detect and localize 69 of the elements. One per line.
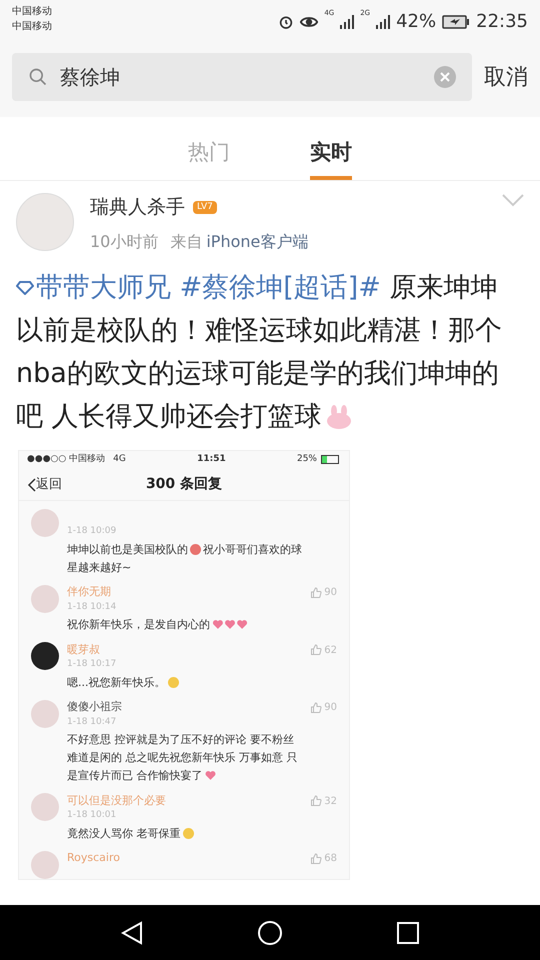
eye-icon (300, 14, 318, 28)
avatar (31, 509, 59, 537)
post-time: 10小时前 (90, 230, 158, 252)
carrier-name: 中国移动 (12, 4, 52, 19)
comment-text: 不好意思 控评就是为了压不好的评论 要不粉丝难道是闲的 总之呢先祝您新年快乐 万事如意 只是宣传片而已 合作愉快宴了 (67, 732, 298, 784)
back-nav-icon[interactable] (121, 920, 143, 944)
like-count: 32 (324, 794, 337, 808)
clock: 22:35 (476, 10, 528, 34)
battery-icon (442, 14, 470, 28)
battery-percent: 25% (296, 453, 317, 466)
comment-text: 坤坤以前也是美国校队的 祝小哥哥们喜欢的球星越来越好~ (67, 542, 303, 576)
comment-time: 1-18 10:09 (67, 525, 118, 538)
source-link[interactable]: iPhone客户端 (206, 230, 308, 254)
signal-icon (340, 14, 354, 28)
search-text: 蔡徐坤 (60, 64, 121, 91)
comment-text: 竟然没人骂你 老哥保重 (67, 824, 303, 842)
comment-time: 1-18 10:47 (67, 716, 118, 728)
embedded-screenshot[interactable] (18, 450, 350, 880)
avatar (31, 793, 59, 821)
network-label: 4G (113, 453, 126, 466)
post-text: 带带大师兄 #蔡徐坤[超话]# 原来坤坤以前是校队的！难怪运球如此精湛！那个nba的欧文的运球可能是学的我们坤坤的吧 人长得又帅还会打篮球 (15, 270, 503, 434)
like-count: 90 (324, 701, 337, 715)
back-icon (27, 478, 36, 492)
clear-icon[interactable] (434, 66, 456, 88)
back-button[interactable]: 返回 (27, 474, 62, 494)
author-name[interactable]: 瑞典人杀手 (90, 193, 185, 222)
thumbs-up-icon[interactable] (310, 586, 322, 598)
search-field[interactable]: 蔡徐坤 (12, 53, 472, 101)
screen-title: 300 条回复 (146, 475, 222, 494)
comment-time: 1-18 10:14 (67, 600, 118, 614)
battery-icon (320, 455, 341, 464)
emoji-icon (182, 828, 194, 839)
commenter-name[interactable]: 傻傻小祖宗 (67, 699, 122, 716)
comment-text: 嗯...祝您新年快乐。 (67, 674, 303, 692)
alarm-icon (278, 14, 294, 30)
chevron-down-icon[interactable] (502, 193, 524, 207)
topic-link[interactable]: 带带大师兄 #蔡徐坤[超话]# (16, 272, 381, 302)
tab[interactable]: 实时 (310, 117, 352, 180)
thumbs-up-icon[interactable] (310, 644, 322, 656)
level-badge: LV7 (193, 200, 217, 214)
comment-text: 祝你新年快乐，是发自内心的 (67, 616, 303, 634)
like-count: 62 (324, 644, 337, 658)
diamond-icon (16, 281, 34, 296)
like-count: 90 (324, 586, 337, 600)
thumbs-up-icon[interactable] (310, 702, 322, 714)
thumbs-up-icon[interactable] (310, 795, 322, 807)
clock: 11:51 (197, 453, 226, 466)
cancel-button[interactable]: 取消 (484, 60, 528, 94)
avatar (31, 642, 59, 670)
home-nav-icon[interactable] (257, 920, 283, 946)
hearts-icon (212, 619, 248, 630)
carrier-name: 中国移动 (12, 20, 52, 34)
like-count: 68 (324, 852, 337, 866)
emoji-icon (190, 544, 201, 555)
search-icon (28, 67, 48, 87)
signal-icon (376, 14, 390, 28)
comment-time: 1-18 10:01 (67, 809, 118, 822)
bunny-emoji-icon (326, 405, 352, 430)
avatar (31, 850, 59, 878)
carrier-name: ●●●○○ 中国移动 (27, 453, 106, 466)
heart-icon (204, 770, 216, 782)
emoji-icon (168, 676, 178, 688)
comment-time: 1-18 10:17 (67, 658, 118, 671)
avatar (31, 584, 59, 612)
thumbs-up-icon[interactable] (310, 852, 322, 864)
battery-percent: 42% (396, 10, 436, 34)
recents-nav-icon[interactable] (397, 922, 419, 944)
avatar (31, 700, 59, 728)
source-label: 来自 (170, 230, 202, 252)
